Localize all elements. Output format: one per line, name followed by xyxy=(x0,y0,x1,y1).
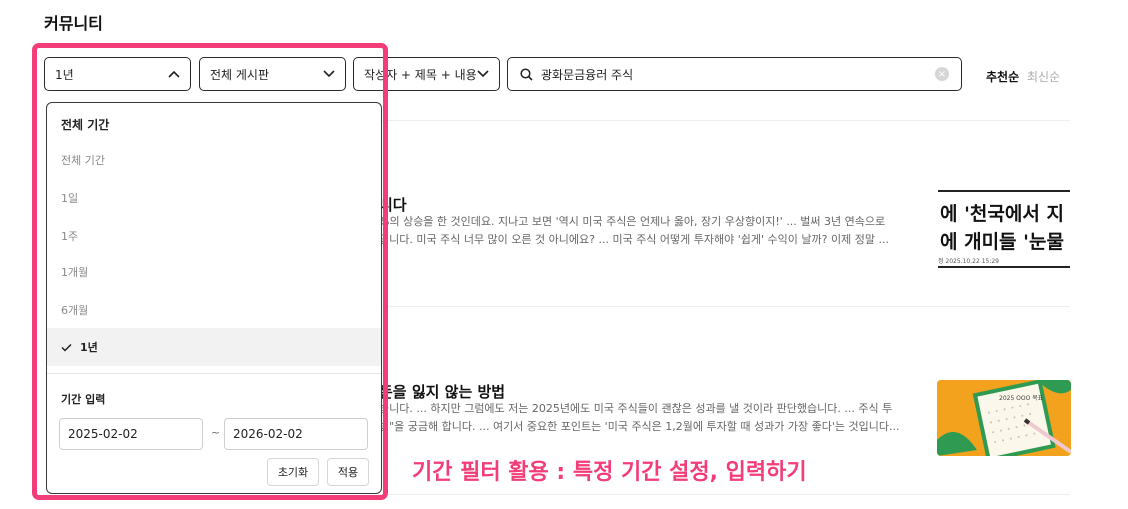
search-query: 광화문금융러 주식 xyxy=(541,67,634,82)
search-icon xyxy=(520,67,533,81)
article-snippet: 법"을 궁금해 합니다. ... 여기서 중요한 포인트는 '미국 주식은 1,… xyxy=(379,420,900,433)
annotation-caption: 기간 필터 활용 : 특정 기간 설정, 입력하기 xyxy=(412,460,807,485)
clear-icon[interactable]: × xyxy=(935,67,949,81)
article-thumbnail[interactable]: 에 '천국에서 지 에 개미들 '눈물 정 2025.10.22 15:29 xyxy=(938,190,1070,268)
divider xyxy=(378,306,1070,307)
article-thumbnail[interactable]: 2025 OOO 목표 xyxy=(937,380,1071,456)
notebook-image: 2025 OOO 목표 xyxy=(937,380,1071,456)
divider xyxy=(378,120,1070,121)
page-title: 커뮤니티 xyxy=(44,14,103,33)
article-snippet: 습니다. ... 하지만 그럼에도 저는 2025년에도 미국 주식들이 괜찮은… xyxy=(379,402,893,415)
thumbnail-headline: 에 개미들 '눈물 xyxy=(940,231,1064,253)
article-snippet: 입니다. 미국 주식 너무 많이 오른 것 아니에요? ... 미국 주식 어떻… xyxy=(379,233,889,246)
divider xyxy=(938,266,1070,268)
article-snippet: %의 상승을 한 것인데요. 지나고 보면 '역시 미국 주식은 언제나 옳아,… xyxy=(379,215,886,228)
sort-latest[interactable]: 최신순 xyxy=(1027,68,1060,85)
highlight-box xyxy=(32,43,388,500)
chevron-down-icon xyxy=(477,70,489,78)
search-input[interactable]: 광화문금융러 주식 × xyxy=(507,57,962,91)
divider xyxy=(938,190,1070,192)
divider xyxy=(378,494,1070,495)
sort-recommended[interactable]: 추천순 xyxy=(986,68,1019,85)
article-title[interactable]: 돈을 잃지 않는 방법 xyxy=(379,381,505,402)
notebook-text: 2025 OOO 목표 xyxy=(999,395,1044,402)
thumbnail-date: 정 2025.10.22 15:29 xyxy=(938,258,999,265)
thumbnail-headline: 에 '천국에서 지 xyxy=(940,203,1064,225)
